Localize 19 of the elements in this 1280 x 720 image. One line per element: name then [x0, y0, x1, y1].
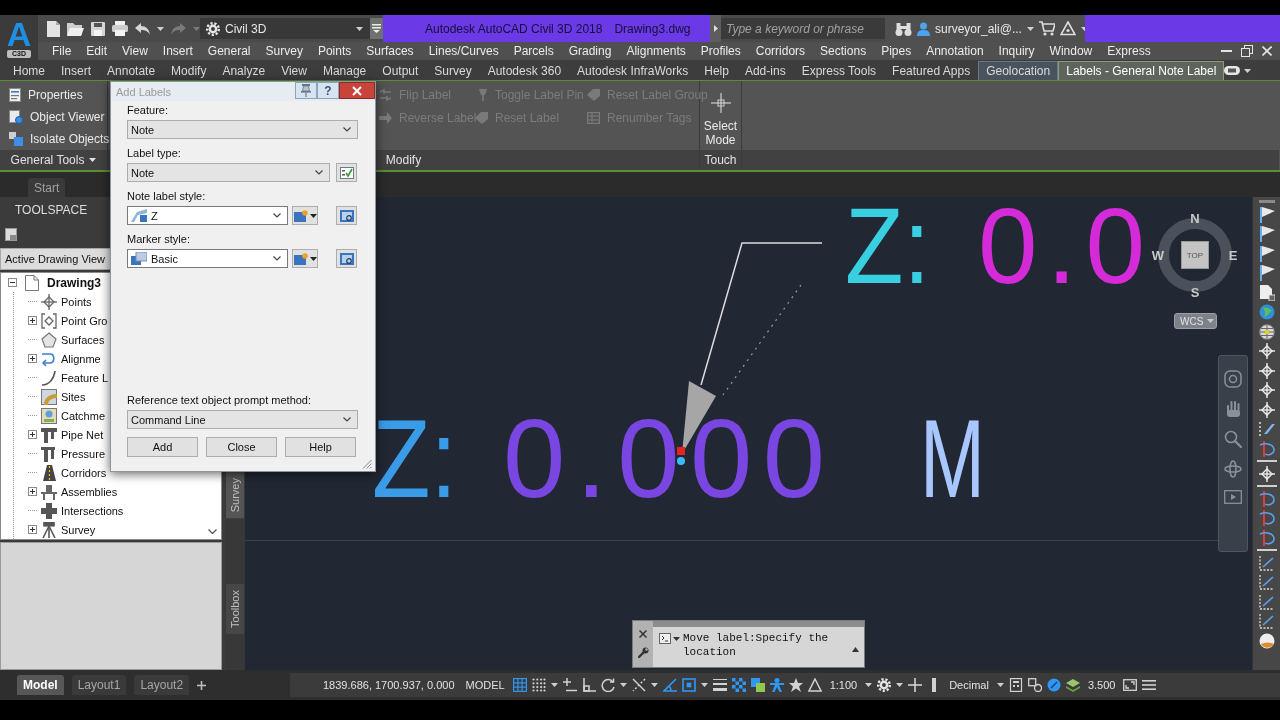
value-readout: 3.500 [1086, 679, 1117, 691]
coordinates-readout: 1839.686, 1700.937, 0.000 [322, 679, 456, 691]
annotation-text: 0.000 [503, 396, 825, 521]
field-label: Note label style: [127, 190, 206, 203]
annotation-text: Z: [845, 197, 941, 306]
field-label: Label type: [127, 147, 181, 160]
field-label: Marker style: [127, 233, 190, 246]
panel-title: TOOLSPACE [15, 202, 88, 217]
panel-title: Modify [385, 153, 422, 167]
panel-title: General Tools [10, 153, 85, 167]
window-title: Autodesk AutoCAD Civil 3D 2018 [425, 21, 603, 36]
annotation-text: 0.0 [978, 197, 1145, 306]
field-label: Feature: [127, 104, 168, 117]
panel-title: Touch [704, 153, 737, 167]
document-name: Drawing3.dwg [614, 21, 691, 36]
dialog-title: Add Labels [116, 85, 172, 98]
annotation-text: Z: [372, 396, 472, 521]
annotation-text: M [920, 396, 1014, 521]
command-prompt-text: Move label:Specify the location [683, 631, 830, 659]
